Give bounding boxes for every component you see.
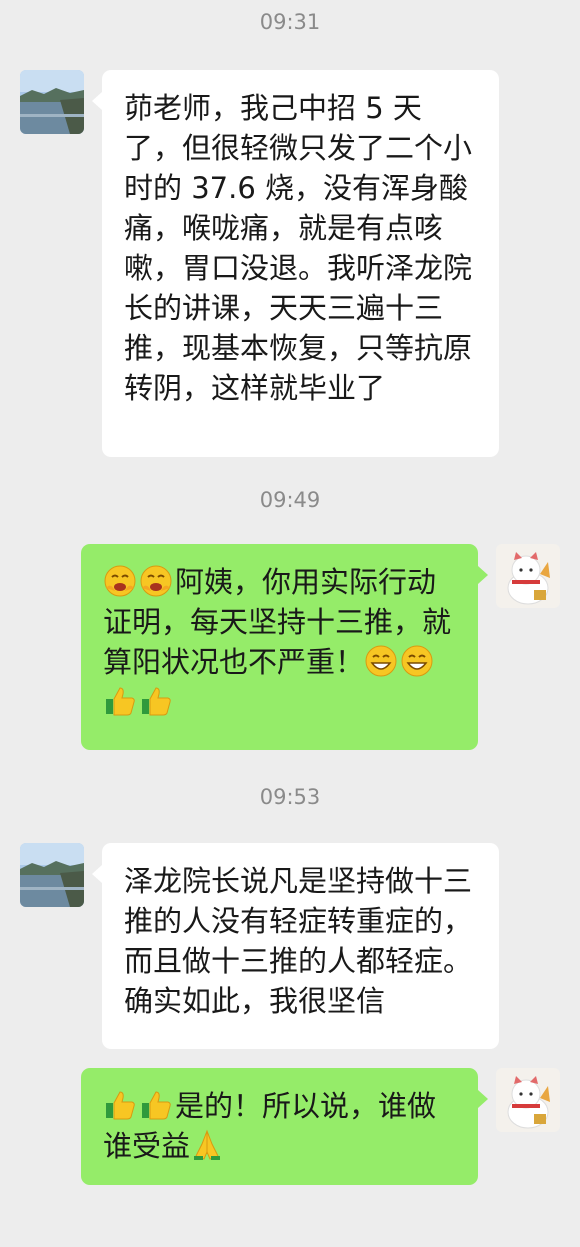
contact-avatar[interactable] (20, 70, 84, 134)
my-avatar[interactable] (496, 1068, 560, 1132)
message-bubble-outgoing[interactable]: 是的！所以说，谁做谁受益 (81, 1068, 478, 1185)
laughing-hands-emoji-icon (103, 564, 137, 598)
bubble-tail (478, 566, 488, 584)
bubble-tail (478, 1090, 488, 1108)
my-avatar[interactable] (496, 544, 560, 608)
laughing-hands-emoji-icon (139, 564, 173, 598)
thumbs-up-emoji-icon (103, 1088, 137, 1122)
thumbs-up-emoji-icon (139, 1088, 173, 1122)
message-bubble-incoming[interactable]: 茆老师，我己中招 5 天了，但很轻微只发了二个小时的 37.6 烧，没有浑身酸痛… (102, 70, 499, 457)
contact-avatar[interactable] (20, 843, 84, 907)
message-bubble-incoming[interactable]: 泽龙院长说凡是坚持做十三推的人没有轻症转重症的，而且做十三推的人都轻症。确实如此… (102, 843, 499, 1049)
timestamp: 09:49 (259, 488, 321, 512)
message-bubble-outgoing[interactable]: 阿姨，你用实际行动证明，每天坚持十三推，就算阳状况也不严重！ (81, 544, 478, 750)
message-text: 茆老师，我己中招 5 天了，但很轻微只发了二个小时的 37.6 烧，没有浑身酸痛… (124, 91, 473, 405)
bubble-tail (92, 865, 102, 883)
grin-emoji-icon (400, 644, 434, 678)
thumbs-up-emoji-icon (103, 684, 137, 718)
pray-emoji-icon (190, 1128, 224, 1162)
timestamp: 09:31 (259, 10, 321, 34)
grin-emoji-icon (364, 644, 398, 678)
message-text: 泽龙院长说凡是坚持做十三推的人没有轻症转重症的，而且做十三推的人都轻症。确实如此… (124, 864, 473, 1018)
timestamp: 09:53 (259, 785, 321, 809)
bubble-tail (92, 92, 102, 110)
thumbs-up-emoji-icon (139, 684, 173, 718)
